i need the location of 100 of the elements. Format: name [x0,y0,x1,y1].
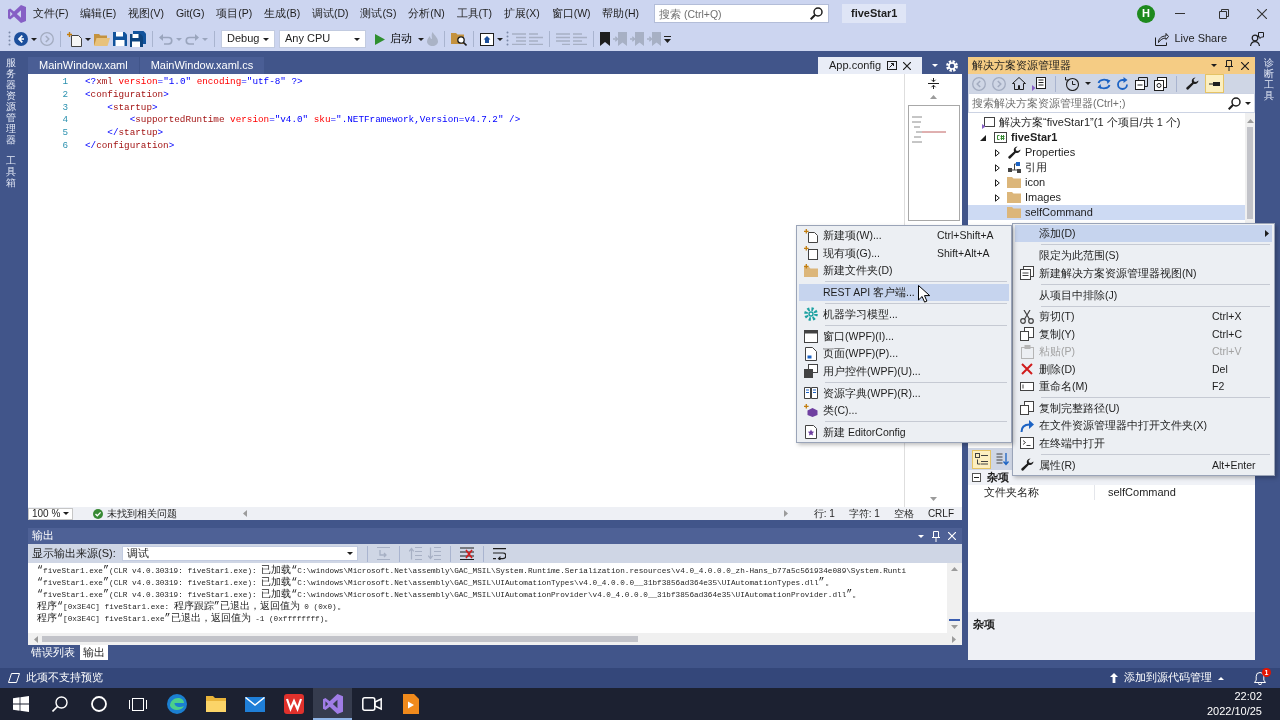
scrollbar-thumb[interactable] [1247,127,1253,219]
menu-item[interactable]: 在文件资源管理器中打开文件夹(X) [1015,416,1272,435]
bookmark-icon[interactable] [600,32,610,46]
tree-item[interactable]: Images [968,190,1245,205]
pin-icon[interactable] [1225,60,1233,71]
close-icon[interactable] [1241,61,1249,70]
tree-item[interactable]: selfCommand [968,205,1245,220]
menu-item[interactable]: 限定为此范围(S) [1015,246,1272,265]
person-icon[interactable] [1250,32,1264,46]
stacked-squares-icon[interactable] [1135,77,1148,90]
menu-item[interactable]: 复制完整路径(U) [1015,399,1272,417]
side-tab[interactable]: 服务器资源管理器 [6,57,16,145]
live-share-button[interactable]: Live Share [1151,30,1231,48]
caret-icon[interactable] [918,534,924,538]
menu-item[interactable]: 重命名(M) F2 [1015,377,1272,395]
caret-icon[interactable] [497,37,503,41]
lines-cross-icon[interactable] [459,547,474,560]
window-home-icon[interactable] [480,32,494,46]
caret-icon[interactable] [31,37,37,41]
menu-item[interactable]: 添加(D) [1015,225,1272,243]
tree-item[interactable]: fiveStar1 [968,130,1245,145]
scroll-down-icon[interactable] [930,497,937,501]
menu-item[interactable]: 分析(N) [405,5,448,22]
search-icon[interactable] [1228,97,1241,110]
files-icon[interactable] [1154,76,1167,91]
settings-icon[interactable] [946,59,958,72]
preview-toggle[interactable] [1205,74,1224,93]
save-icon[interactable] [113,32,127,46]
menu-item[interactable]: Git(G) [172,5,208,22]
platform-dropdown[interactable]: Any CPU [279,30,366,48]
menu-item[interactable]: 编辑(E) [77,5,120,22]
collapse-arrow-icon[interactable] [980,134,986,141]
configuration-dropdown[interactable]: Debug [221,30,275,48]
line-ending-label[interactable]: CRLF [927,507,954,520]
close-icon[interactable] [903,61,911,70]
start-button[interactable]: 启动 [372,30,415,48]
tree-item[interactable]: icon [968,175,1245,190]
document-switch-icon[interactable] [1032,76,1046,91]
ring-icon[interactable] [90,696,107,712]
caret-icon[interactable] [85,37,91,41]
start-icon[interactable] [12,696,29,712]
wrench-icon[interactable] [1186,77,1199,90]
menu-item[interactable]: 复制(Y) Ctrl+C [1015,325,1272,343]
expand-arrow-icon[interactable] [994,178,1000,187]
expand-arrow-icon[interactable] [994,163,1000,172]
side-tab[interactable]: 诊断工具 [1264,57,1274,101]
menu-item[interactable]: 扩展(X) [500,5,543,22]
folder-search-icon[interactable] [451,32,467,46]
grip-icon[interactable] [506,31,509,47]
menu-item[interactable]: 删除(D) Del [1015,360,1272,378]
search-icon[interactable] [51,696,68,712]
wrap-icon[interactable] [492,547,506,560]
zoom-dropdown[interactable]: 100 % [28,507,73,520]
close-icon[interactable] [1257,8,1267,19]
task-view-icon[interactable] [128,696,147,712]
menu-item[interactable]: 剪切(T) Ctrl+X [1015,308,1272,326]
menu-item[interactable]: 视图(V) [125,5,168,22]
panel-tab[interactable]: 输出 [80,645,108,660]
window-arrow-icon[interactable] [887,61,897,70]
source-control-button[interactable]: 添加到源代码管理 [1106,671,1228,685]
menu-item[interactable]: 从项目中排除(J) [1015,286,1272,304]
horizontal-scrollbar[interactable] [28,633,962,645]
document-tab[interactable]: MainWindow.xaml [28,57,139,74]
scroll-up-icon[interactable] [930,95,937,99]
issues-label[interactable]: 未找到相关问题 [107,507,177,520]
clock-icon[interactable] [1065,76,1079,91]
menu-item[interactable]: REST API 客户端... [799,283,1009,302]
bell-icon[interactable] [1254,671,1266,685]
menu-item[interactable]: 工具(T) [453,5,496,22]
menu-item[interactable]: 调试(D) [308,5,352,22]
property-value[interactable]: selfCommand [1094,485,1255,500]
expand-arrow-icon[interactable] [994,193,1000,202]
expand-arrow-icon[interactable] [994,148,1000,157]
caret-icon[interactable] [1085,82,1091,85]
menu-item[interactable]: 在终端中打开 [1015,434,1272,452]
overflow-icon[interactable] [664,35,671,43]
menu-item[interactable]: 测试(S) [357,5,400,22]
scrollbar-thumb[interactable] [42,636,638,642]
search-icon[interactable] [810,7,823,20]
back-icon[interactable] [14,32,28,46]
menu-item[interactable]: 项目(P) [213,5,256,22]
split-icon[interactable] [928,78,939,89]
tree-item[interactable]: Properties [968,145,1245,160]
refresh-icon[interactable] [1117,77,1129,90]
caret-icon[interactable] [932,64,938,67]
save-all-icon[interactable] [130,31,146,47]
caret-icon[interactable] [1245,102,1251,105]
side-tab[interactable]: 工具箱 [6,155,16,188]
caret-icon[interactable] [1211,64,1217,67]
menu-item[interactable]: 文件(F) [30,5,72,22]
user-avatar[interactable]: H [1137,4,1155,23]
search-field[interactable]: 搜索 (Ctrl+Q) [654,4,829,23]
home-icon[interactable] [1012,77,1026,90]
menu-item[interactable]: 新建解决方案资源管理器视图(N) [1015,264,1272,282]
menu-item[interactable]: 窗口(W) [548,5,594,22]
output-source-dropdown[interactable]: 调试 [121,546,358,561]
tree-item[interactable]: 引用 [968,160,1245,175]
menu-item[interactable]: 帮助(H) [599,5,642,22]
indent-mode-label[interactable]: 空格 [893,507,914,520]
view-toggle[interactable] [972,449,991,469]
